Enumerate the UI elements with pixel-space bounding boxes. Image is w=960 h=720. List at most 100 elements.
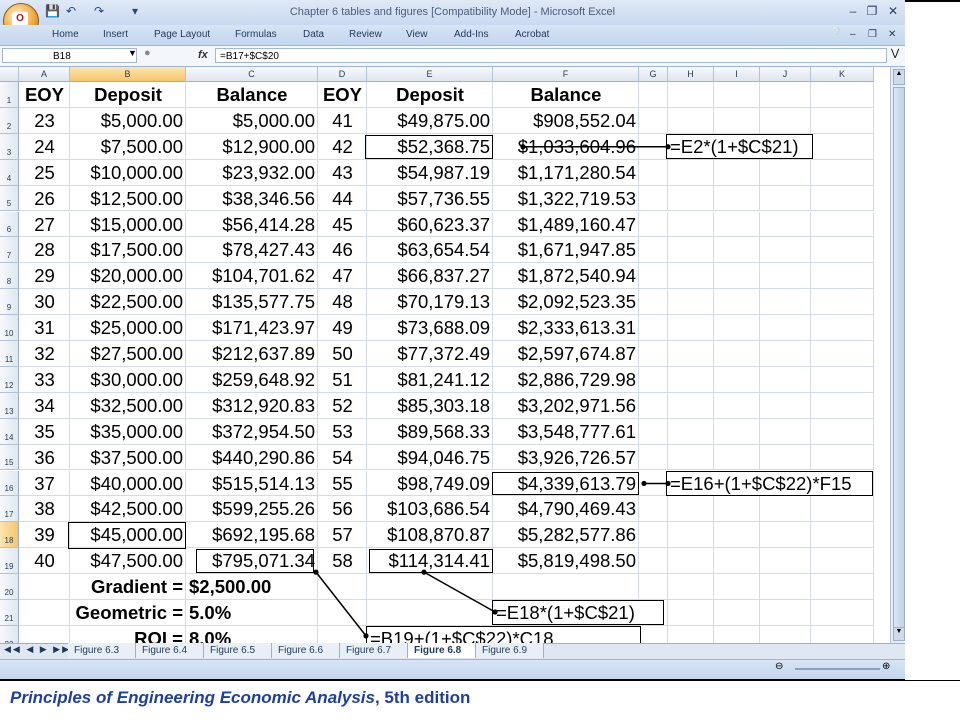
- tab-review[interactable]: Review: [349, 29, 382, 40]
- deposit-cell[interactable]: $30,000.00: [70, 367, 186, 393]
- row-header-16[interactable]: 16: [0, 470, 19, 497]
- param-label[interactable]: ROI =: [19, 626, 186, 643]
- cell[interactable]: [760, 82, 811, 108]
- header-deposit[interactable]: Deposit: [367, 82, 493, 108]
- cell[interactable]: [811, 133, 874, 160]
- cell[interactable]: [639, 444, 668, 471]
- cell[interactable]: [811, 366, 874, 393]
- balance-cell[interactable]: $4,339,613.79: [493, 471, 639, 497]
- tab-insert[interactable]: Insert: [103, 29, 128, 40]
- cell[interactable]: [714, 237, 760, 264]
- header-eoy[interactable]: EOY: [19, 82, 70, 108]
- row-header-10[interactable]: 10: [0, 315, 19, 341]
- deposit-cell[interactable]: $45,000.00: [70, 522, 186, 548]
- balance-cell[interactable]: $1,322,719.53: [493, 186, 639, 212]
- cell[interactable]: [668, 496, 714, 523]
- cell[interactable]: [639, 392, 668, 419]
- cell[interactable]: [668, 625, 714, 643]
- cell[interactable]: [760, 496, 811, 523]
- zoom-out-icon[interactable]: ⊖: [775, 661, 783, 672]
- eoy-cell[interactable]: 34: [19, 393, 70, 419]
- balance-cell[interactable]: $212,637.89: [186, 341, 318, 367]
- row-header-3[interactable]: 3: [0, 133, 19, 160]
- deposit-cell[interactable]: $98,749.09: [367, 471, 493, 497]
- balance-cell[interactable]: $1,489,160.47: [493, 212, 639, 238]
- cell[interactable]: [714, 289, 760, 316]
- cell[interactable]: [714, 444, 760, 471]
- eoy-cell[interactable]: 49: [318, 315, 367, 341]
- select-all-corner[interactable]: [0, 67, 19, 82]
- deposit-cell[interactable]: $114,314.41: [367, 548, 493, 574]
- close-icon[interactable]: ✕: [883, 4, 903, 18]
- cell[interactable]: [714, 522, 760, 549]
- eoy-cell[interactable]: 25: [19, 160, 70, 186]
- balance-cell[interactable]: $2,597,674.87: [493, 341, 639, 367]
- row-header-19[interactable]: 19: [0, 548, 19, 575]
- cell[interactable]: [714, 315, 760, 341]
- cell[interactable]: [668, 211, 714, 238]
- scroll-up-icon[interactable]: ▲: [893, 69, 905, 85]
- eoy-cell[interactable]: 58: [318, 548, 367, 574]
- balance-cell[interactable]: $2,333,613.31: [493, 315, 639, 341]
- deposit-cell[interactable]: $10,000.00: [70, 160, 186, 186]
- cell[interactable]: [811, 159, 874, 186]
- sheet-tab-figure-6-4[interactable]: Figure 6.4: [136, 643, 204, 658]
- deposit-cell[interactable]: $37,500.00: [70, 445, 186, 471]
- cell[interactable]: [760, 392, 811, 419]
- undo-icon[interactable]: ↶: [66, 4, 76, 18]
- scroll-down-icon[interactable]: ▼: [893, 627, 905, 641]
- formula-input[interactable]: =B17+$C$20: [215, 48, 887, 63]
- row-header-20[interactable]: 20: [0, 574, 19, 600]
- header-balance[interactable]: Balance: [493, 82, 639, 108]
- cell[interactable]: [639, 159, 668, 186]
- cell[interactable]: [639, 211, 668, 238]
- cell[interactable]: [811, 289, 874, 316]
- sheet-tab-figure-6-3[interactable]: Figure 6.3: [68, 643, 136, 658]
- sheet-nav-icons[interactable]: ◀◀ ◀ ▶ ▶▶: [4, 644, 71, 655]
- deposit-cell[interactable]: $17,500.00: [70, 237, 186, 263]
- row-header-9[interactable]: 9: [0, 289, 19, 316]
- eoy-cell[interactable]: 38: [19, 496, 70, 522]
- cell[interactable]: [668, 341, 714, 367]
- tab-home[interactable]: Home: [52, 29, 79, 40]
- balance-cell[interactable]: $312,920.83: [186, 393, 318, 419]
- deposit-cell[interactable]: $89,568.33: [367, 419, 493, 445]
- redo-icon[interactable]: ↷: [94, 4, 104, 18]
- cell[interactable]: [668, 159, 714, 186]
- balance-cell[interactable]: $692,195.68: [186, 522, 318, 548]
- deposit-cell[interactable]: $94,046.75: [367, 445, 493, 471]
- cell[interactable]: [714, 107, 760, 134]
- balance-cell[interactable]: $599,255.26: [186, 496, 318, 522]
- tab-page-layout[interactable]: Page Layout: [154, 29, 210, 40]
- cell[interactable]: [639, 625, 668, 643]
- row-header-8[interactable]: 8: [0, 263, 19, 290]
- balance-cell[interactable]: $1,671,947.85: [493, 237, 639, 263]
- vertical-scrollbar[interactable]: ▲ ▼: [890, 67, 905, 643]
- cell[interactable]: [714, 392, 760, 419]
- cell[interactable]: [714, 496, 760, 523]
- balance-cell[interactable]: $4,790,469.43: [493, 496, 639, 522]
- balance-cell[interactable]: $104,701.62: [186, 263, 318, 289]
- cell[interactable]: [811, 496, 874, 523]
- row-header-4[interactable]: 4: [0, 159, 19, 186]
- name-box[interactable]: B18: [2, 48, 137, 63]
- cell[interactable]: [714, 548, 760, 575]
- sheet-tab-figure-6-6[interactable]: Figure 6.6: [272, 643, 340, 658]
- eoy-cell[interactable]: 28: [19, 237, 70, 263]
- balance-cell[interactable]: $38,346.56: [186, 186, 318, 212]
- cell[interactable]: [639, 315, 668, 341]
- cell[interactable]: [639, 470, 668, 497]
- cell[interactable]: [639, 341, 668, 367]
- cell[interactable]: [318, 600, 367, 626]
- row-header-13[interactable]: 13: [0, 392, 19, 419]
- expand-formula-bar-icon[interactable]: ⋁: [891, 48, 899, 59]
- sheet-tab-figure-6-8[interactable]: Figure 6.8: [408, 643, 476, 658]
- column-header-k[interactable]: K: [811, 67, 874, 82]
- cell[interactable]: [639, 263, 668, 290]
- cell[interactable]: [714, 574, 760, 600]
- row-header-5[interactable]: 5: [0, 185, 19, 212]
- name-box-dropdown-icon[interactable]: ▼: [128, 48, 137, 58]
- eoy-cell[interactable]: 32: [19, 341, 70, 367]
- header-eoy[interactable]: EOY: [318, 82, 367, 108]
- balance-cell[interactable]: $908,552.04: [493, 108, 639, 134]
